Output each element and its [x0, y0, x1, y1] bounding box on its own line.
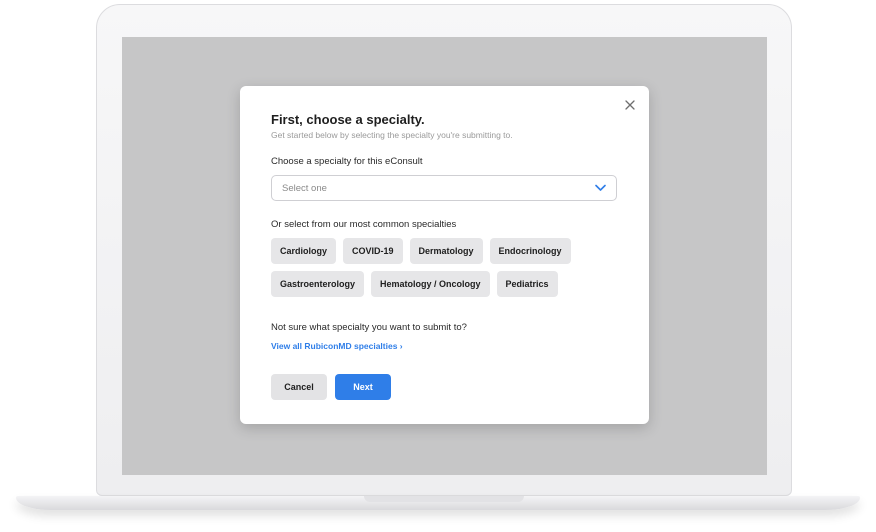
specialty-select[interactable]: Select one: [271, 175, 617, 201]
chip-gastroenterology[interactable]: Gastroenterology: [271, 271, 365, 297]
chip-covid-19[interactable]: COVID-19: [343, 238, 403, 264]
close-icon[interactable]: [623, 98, 637, 112]
chip-row-1: Cardiology COVID-19 Dermatology Endocrin…: [271, 238, 631, 264]
modal-title: First, choose a specialty.: [271, 112, 425, 127]
cancel-button[interactable]: Cancel: [271, 374, 327, 400]
chip-dermatology[interactable]: Dermatology: [409, 238, 483, 264]
select-placeholder: Select one: [282, 183, 327, 194]
select-label: Choose a specialty for this eConsult: [271, 156, 423, 167]
next-button[interactable]: Next: [335, 374, 391, 400]
modal-subtitle: Get started below by selecting the speci…: [271, 130, 513, 140]
common-specialties-label: Or select from our most common specialti…: [271, 219, 457, 230]
laptop-notch: [364, 496, 524, 502]
view-all-specialties-link[interactable]: View all RubiconMD specialties ›: [271, 341, 403, 351]
chip-pediatrics[interactable]: Pediatrics: [496, 271, 558, 297]
chevron-down-icon: [595, 184, 606, 191]
specialty-chips: Cardiology COVID-19 Dermatology Endocrin…: [271, 238, 631, 304]
chip-endocrinology[interactable]: Endocrinology: [489, 238, 571, 264]
chip-hematology-oncology[interactable]: Hematology / Oncology: [371, 271, 490, 297]
not-sure-text: Not sure what specialty you want to subm…: [271, 322, 467, 333]
specialty-modal: First, choose a specialty. Get started b…: [240, 86, 649, 424]
chip-row-2: Gastroenterology Hematology / Oncology P…: [271, 271, 631, 297]
chip-cardiology[interactable]: Cardiology: [271, 238, 337, 264]
